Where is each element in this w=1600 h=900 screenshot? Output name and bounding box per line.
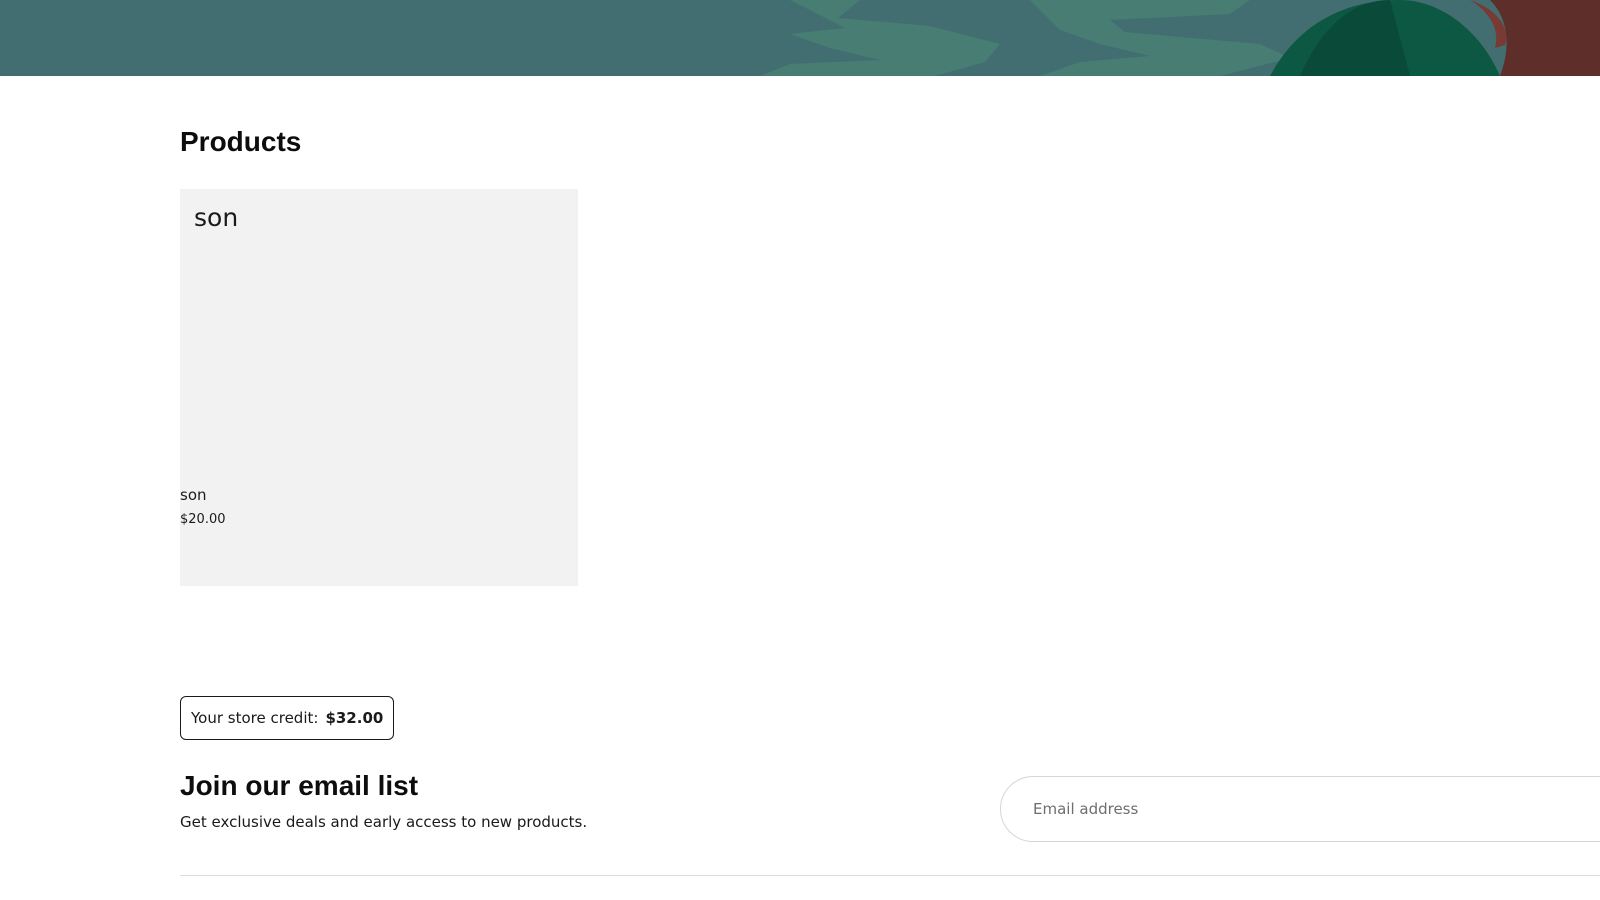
store-credit-badge: Your store credit: $32.00 bbox=[180, 696, 395, 740]
product-card[interactable]: son bbox=[180, 189, 578, 586]
products-heading: Products bbox=[180, 126, 302, 157]
product-name[interactable]: son bbox=[180, 486, 207, 504]
banner-leaf-shape bbox=[1030, 0, 1290, 76]
product-image-text: son bbox=[194, 203, 239, 232]
banner-illustration bbox=[760, 0, 1600, 76]
footer-divider bbox=[180, 875, 1600, 876]
product-price: $20.00 bbox=[180, 512, 226, 527]
newsletter-subtitle: Get exclusive deals and early access to … bbox=[180, 813, 588, 831]
header-banner bbox=[0, 0, 1600, 76]
newsletter-heading: Join our email list bbox=[180, 770, 419, 801]
email-input[interactable] bbox=[1000, 776, 1600, 842]
banner-leaf-shape bbox=[760, 0, 1000, 76]
store-credit-amount: $32.00 bbox=[325, 709, 384, 727]
store-credit-label: Your store credit: bbox=[191, 709, 319, 727]
product-image-placeholder[interactable]: son bbox=[180, 189, 578, 586]
